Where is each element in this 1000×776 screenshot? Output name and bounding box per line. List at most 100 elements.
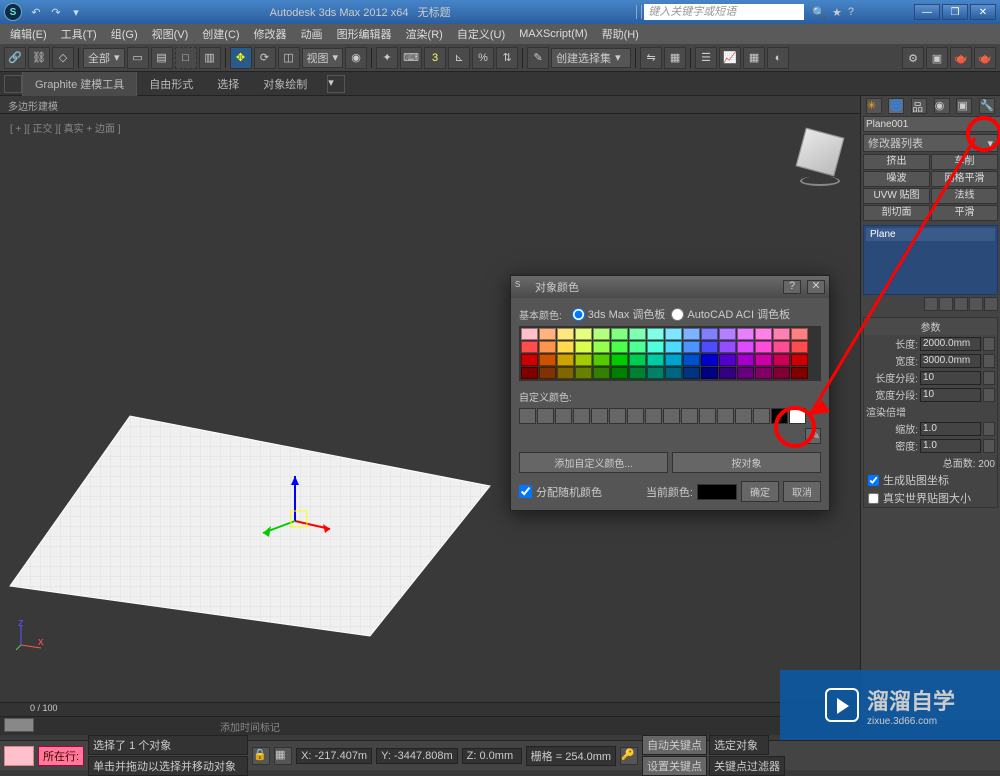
palette-swatch[interactable] [521,328,538,340]
stack-pin-icon[interactable] [924,297,938,311]
palette-swatch[interactable] [575,367,592,379]
render-icon[interactable]: 🫖 [950,47,972,69]
palette-swatch[interactable] [683,341,700,353]
palette-swatch[interactable] [647,341,664,353]
bind-icon[interactable]: ◇ [52,47,74,69]
search-icon[interactable]: 🔍 [812,6,826,19]
custom-swatch[interactable] [699,408,716,424]
palette-swatch[interactable] [737,328,754,340]
palette-swatch[interactable] [755,354,772,366]
color-palette[interactable] [519,326,821,381]
add-time-tag[interactable]: 添加时间标记 [220,719,280,734]
menu-modifiers[interactable]: 修改器 [248,24,293,44]
scale-icon[interactable]: ◫ [278,47,300,69]
named-sel-sets[interactable]: 创建选择集▾ [551,48,631,68]
palette-swatch[interactable] [593,367,610,379]
select-name-icon[interactable]: ▤ [151,47,173,69]
rect-region-icon[interactable]: □ [175,47,197,69]
palette-swatch[interactable] [575,341,592,353]
link-icon[interactable]: 🔗 [4,47,26,69]
custom-swatch[interactable] [555,408,572,424]
palette-swatch[interactable] [755,328,772,340]
move-icon[interactable]: ✥ [230,47,252,69]
wseg-spinner[interactable] [983,388,995,402]
modbtn-lathe[interactable]: 车削 [931,154,998,170]
menu-customize[interactable]: 自定义(U) [451,24,511,44]
coord-y[interactable]: Y: -3447.808m [376,748,458,764]
palette-swatch[interactable] [611,341,628,353]
panel-tab-motion-icon[interactable]: ◉ [934,98,950,114]
palette-swatch[interactable] [791,328,808,340]
coord-z[interactable]: Z: 0.0mm [462,748,522,764]
custom-swatch[interactable] [771,408,788,424]
custom-swatch[interactable] [789,408,806,424]
custom-color-row[interactable] [519,408,821,424]
ok-button[interactable]: 确定 [741,481,779,502]
plane-object[interactable] [0,406,500,646]
custom-swatch[interactable] [627,408,644,424]
palette-swatch[interactable] [701,328,718,340]
viewcube[interactable] [790,126,850,186]
menu-animation[interactable]: 动画 [295,24,329,44]
panel-tab-display-icon[interactable]: ▣ [956,98,972,114]
palette-swatch[interactable] [683,367,700,379]
selection-filter[interactable]: 全部▾ [83,48,125,68]
stack-item-plane[interactable]: Plane [866,228,995,241]
panel-tab-create-icon[interactable]: ✳ [866,98,882,114]
palette-swatch[interactable] [773,354,790,366]
panel-tab-modify-icon[interactable]: 🌀 [888,98,904,114]
palette-swatch[interactable] [683,328,700,340]
menu-help[interactable]: 帮助(H) [596,24,645,44]
palette-swatch[interactable] [647,354,664,366]
menu-maxscript[interactable]: MAXScript(M) [513,26,593,42]
material-editor-icon[interactable]: ◐ [767,47,789,69]
palette-swatch[interactable] [773,328,790,340]
palette-swatch[interactable] [719,367,736,379]
lock-icon[interactable]: 🔒 [252,747,270,765]
palette-swatch[interactable] [557,328,574,340]
menu-create[interactable]: 创建(C) [196,24,245,44]
close-button[interactable]: ✕ [970,4,996,20]
palette-swatch[interactable] [557,367,574,379]
palette-swatch[interactable] [647,328,664,340]
schematic-icon[interactable]: ▦ [743,47,765,69]
selection-lock-icon[interactable]: ✎ [527,47,549,69]
menu-tools[interactable]: 工具(T) [55,24,103,44]
modifier-list-dropdown[interactable]: 修改器列表▾ [863,134,998,152]
autokey-button[interactable]: 自动关键点 [642,735,707,755]
align-icon[interactable]: ▦ [664,47,686,69]
gen-uv-checkbox[interactable] [868,475,879,486]
object-name-input[interactable] [863,116,1000,132]
key-sel-set[interactable]: 选定对象 [709,735,769,755]
radio-autocad[interactable]: AutoCAD ACI 调色板 [671,306,790,322]
isolate-icon[interactable]: ▦ [274,747,292,765]
menu-group[interactable]: 组(G) [105,24,144,44]
custom-swatch[interactable] [663,408,680,424]
palette-swatch[interactable] [791,354,808,366]
real-world-checkbox[interactable] [868,493,879,504]
qat-redo-icon[interactable]: ↷ [48,4,64,20]
menu-grapheditors[interactable]: 图形编辑器 [331,24,398,44]
palette-swatch[interactable] [521,354,538,366]
palette-swatch[interactable] [521,341,538,353]
custom-swatch[interactable] [591,408,608,424]
palette-swatch[interactable] [737,367,754,379]
custom-swatch[interactable] [645,408,662,424]
stack-remove-icon[interactable] [969,297,983,311]
palette-swatch[interactable] [647,367,664,379]
custom-swatch[interactable] [609,408,626,424]
palette-swatch[interactable] [701,341,718,353]
palette-swatch[interactable] [557,341,574,353]
favorite-icon[interactable]: ★ [832,6,842,19]
palette-swatch[interactable] [593,328,610,340]
key-filters[interactable]: 关键点过滤器 [709,756,785,776]
palette-swatch[interactable] [629,328,646,340]
palette-swatch[interactable] [611,354,628,366]
radio-3dsmax[interactable]: 3ds Max 调色板 [572,306,666,322]
rollout-params-header[interactable]: 参数 [864,318,997,335]
palette-swatch[interactable] [575,354,592,366]
palette-swatch[interactable] [611,328,628,340]
custom-swatch[interactable] [717,408,734,424]
scale-spinner[interactable] [983,422,995,436]
custom-swatch[interactable] [573,408,590,424]
